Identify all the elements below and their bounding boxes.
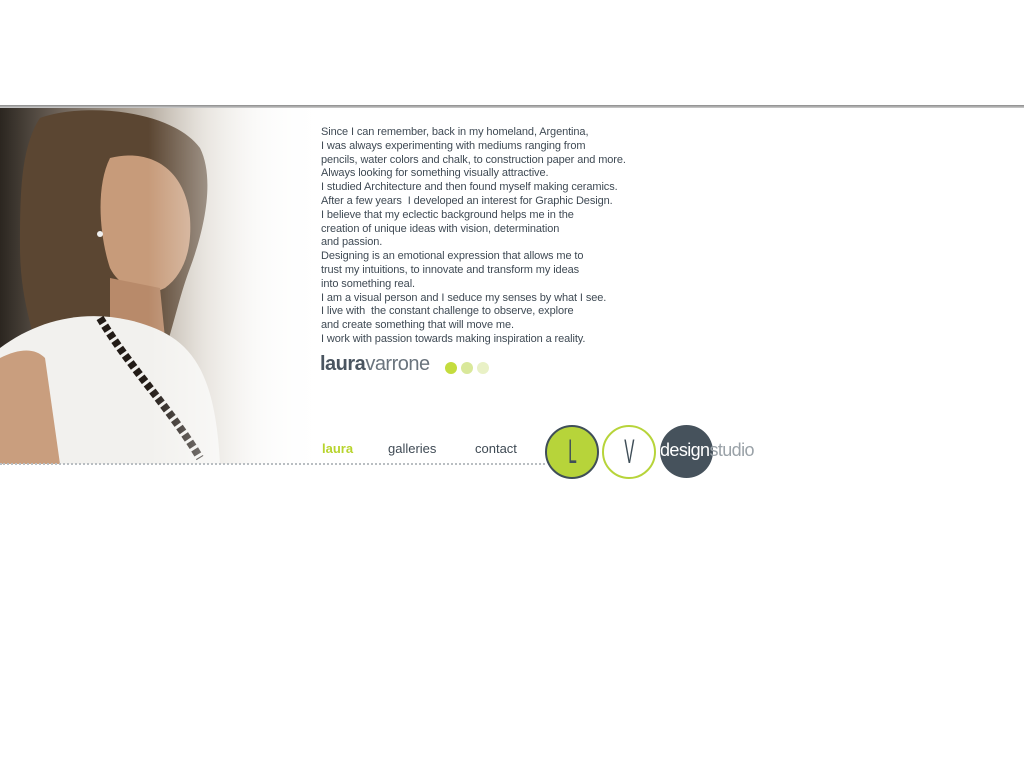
decorative-dots: [445, 362, 489, 374]
bio-line: I was always experimenting with mediums …: [321, 139, 586, 152]
wordmark-design: design: [660, 440, 710, 460]
bio-line: I believe that my eclectic background he…: [321, 208, 574, 221]
nav-item-contact[interactable]: contact: [475, 441, 517, 456]
bio-line: and create something that will move me.: [321, 319, 514, 332]
bio-line: I am a visual person and I seduce my sen…: [321, 291, 607, 304]
decorative-dot: [461, 362, 473, 374]
bio-text: Since I can remember, back in my homelan…: [321, 126, 681, 347]
signature-first-name: laura: [320, 353, 366, 375]
logo-letter-v: V: [623, 433, 635, 471]
decorative-dot: [445, 362, 457, 374]
logo-letter-l: L: [567, 433, 577, 471]
bio-line: I work with passion towards making inspi…: [321, 332, 586, 345]
portrait-photo: [0, 108, 330, 464]
bio-line: After a few years I developed an interes…: [321, 194, 613, 207]
bio-line: Always looking for something visually at…: [321, 167, 549, 180]
decorative-dot: [477, 362, 489, 374]
logo-circle-v: V: [602, 425, 656, 479]
bio-line: Designing is an emotional expression tha…: [321, 250, 584, 263]
bio-line: into something real.: [321, 277, 415, 290]
nav-item-galleries[interactable]: galleries: [388, 441, 436, 456]
bio-line: trust my intuitions, to innovate and tra…: [321, 263, 580, 276]
signature-logo: laura varrone: [320, 353, 430, 379]
logo-circle-l: L: [545, 425, 599, 479]
signature-last-name: varrone: [365, 353, 430, 375]
dotted-divider: [0, 463, 545, 465]
bio-line: I studied Architecture and then found my…: [321, 181, 618, 194]
bio-line: creation of unique ideas with vision, de…: [321, 222, 560, 235]
design-studio-wordmark: designstudio: [660, 440, 754, 461]
wordmark-studio: studio: [709, 440, 754, 460]
bio-line: I live with the constant challenge to ob…: [321, 305, 574, 318]
nav-item-laura[interactable]: laura: [322, 441, 353, 456]
bio-line: pencils, water colors and chalk, to cons…: [321, 153, 626, 166]
bio-line: Since I can remember, back in my homelan…: [321, 126, 589, 138]
bio-line: and passion.: [321, 236, 383, 249]
